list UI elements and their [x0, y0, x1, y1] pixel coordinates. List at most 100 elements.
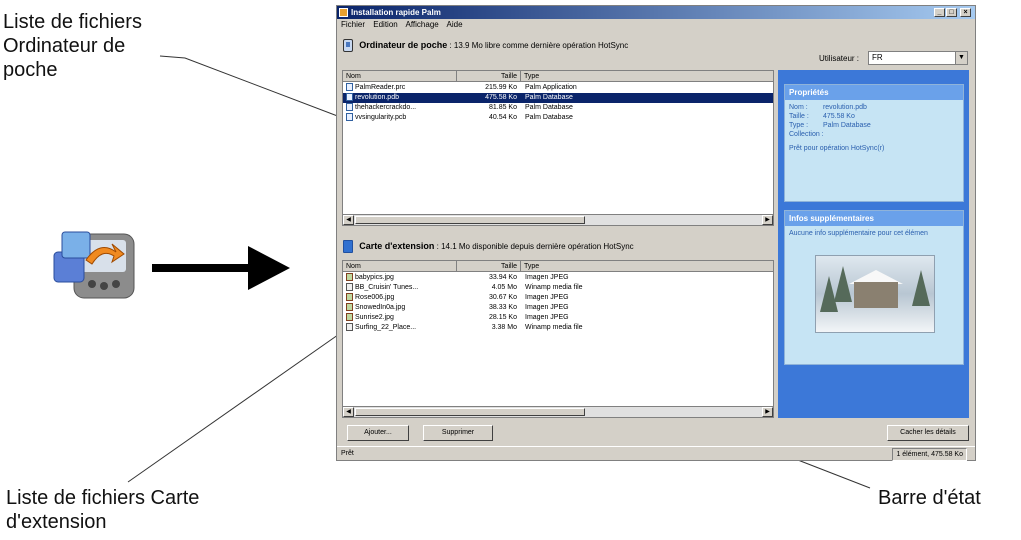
- column-header-name[interactable]: Nom: [343, 261, 457, 272]
- image-file-icon: [346, 313, 353, 322]
- file-icon: [346, 83, 353, 92]
- file-row[interactable]: SnowedIn0a.jpg 38.33 Ko Imagen JPEG: [343, 303, 773, 313]
- column-header-name[interactable]: Nom: [343, 71, 457, 82]
- file-type: Winamp media file: [525, 324, 583, 331]
- image-file-icon: [346, 303, 353, 312]
- image-file-icon: [346, 273, 353, 282]
- extra-info-card: Infos supplémentaires Aucune info supplé…: [784, 210, 964, 365]
- scroll-thumb[interactable]: [355, 216, 585, 224]
- file-name: Surfing_22_Place...: [355, 324, 417, 331]
- properties-card: Propriétés Nom : revolution.pdb Taille :…: [784, 84, 964, 202]
- horizontal-scrollbar[interactable]: ◀ ▶: [343, 214, 773, 225]
- title-bar: Installation rapide Palm _ □ ×: [337, 6, 975, 19]
- file-row[interactable]: PalmReader.prc 215.99 Ko Palm Applicatio…: [343, 83, 773, 93]
- minimize-button[interactable]: _: [934, 8, 945, 17]
- scroll-right-icon[interactable]: ▶: [762, 407, 773, 417]
- file-name: PalmReader.prc: [355, 84, 406, 91]
- hide-details-button[interactable]: Cacher les détails: [887, 425, 969, 441]
- file-size: 28.15 Ko: [488, 314, 517, 321]
- column-header-size[interactable]: Taille: [457, 71, 521, 82]
- file-size: 33.94 Ko: [488, 274, 517, 281]
- arrow-head: [248, 246, 290, 290]
- file-name: vvsingularity.pcb: [355, 114, 407, 121]
- size-value: 475.58 Ko: [822, 113, 855, 120]
- maximize-button[interactable]: □: [946, 8, 957, 17]
- file-type: Imagen JPEG: [525, 274, 569, 281]
- status-text: Prêt: [341, 450, 354, 457]
- file-type: Imagen JPEG: [525, 314, 569, 321]
- chevron-down-icon[interactable]: ▼: [955, 52, 967, 64]
- file-type: Imagen JPEG: [525, 294, 569, 301]
- file-type: Palm Application: [525, 84, 577, 91]
- file-name: revolution.pdb: [355, 94, 399, 101]
- file-row[interactable]: Sunrise2.jpg 28.15 Ko Imagen JPEG: [343, 313, 773, 323]
- user-select[interactable]: FR ▼: [868, 51, 968, 65]
- scroll-thumb[interactable]: [355, 408, 585, 416]
- file-size: 4.05 Mo: [491, 284, 517, 291]
- column-header-size[interactable]: Taille: [457, 261, 521, 272]
- file-name: BB_Cruisin' Tunes...: [355, 284, 419, 291]
- extra-info-title: Infos supplémentaires: [785, 211, 963, 226]
- file-row[interactable]: vvsingularity.pcb 40.54 Ko Palm Database: [343, 113, 773, 123]
- scroll-left-icon[interactable]: ◀: [343, 407, 354, 417]
- window-title: Installation rapide Palm: [351, 8, 441, 17]
- card-file-list[interactable]: Nom Taille Type babypics.jpg 33.94 Ko Im…: [342, 260, 774, 418]
- device-header: Ordinateur de poche : 13.9 Mo libre comm…: [343, 37, 628, 53]
- add-button[interactable]: Ajouter...: [347, 425, 409, 441]
- file-row[interactable]: Surfing_22_Place... 3.38 Mo Winamp media…: [343, 323, 773, 333]
- device-free-space: : 13.9 Mo libre comme dernière opération…: [447, 41, 629, 50]
- file-icon: [346, 103, 353, 112]
- file-name: SnowedIn0a.jpg: [355, 304, 406, 311]
- column-header-type[interactable]: Type: [521, 71, 773, 82]
- hotsync-status: Prêt pour opération HotSync(r): [789, 145, 885, 152]
- file-size: 81.85 Ko: [488, 104, 517, 111]
- menu-help[interactable]: Aide: [447, 20, 463, 29]
- file-row-selected[interactable]: revolution.pdb 475.58 Ko Palm Database: [343, 93, 773, 103]
- file-row[interactable]: thehackercrackdo... 81.85 Ko Palm Databa…: [343, 103, 773, 113]
- menu-view[interactable]: Affichage: [406, 20, 439, 29]
- scroll-left-icon[interactable]: ◀: [343, 215, 354, 225]
- device-file-list[interactable]: Nom Taille Type PalmReader.prc 215.99 Ko…: [342, 70, 774, 226]
- menu-edit[interactable]: Edition: [373, 20, 397, 29]
- status-selection-info: 1 élément, 475.58 Ko: [892, 448, 967, 461]
- details-panel: Propriétés Nom : revolution.pdb Taille :…: [778, 70, 969, 418]
- horizontal-scrollbar[interactable]: ◀ ▶: [343, 406, 773, 417]
- file-row[interactable]: BB_Cruisin' Tunes... 4.05 Mo Winamp medi…: [343, 283, 773, 293]
- arrow-shaft: [152, 264, 250, 272]
- user-label: Utilisateur :: [819, 54, 860, 63]
- device-name: Ordinateur de poche: [359, 40, 448, 50]
- file-type: Palm Database: [525, 114, 573, 121]
- column-header-type[interactable]: Type: [521, 261, 773, 272]
- extra-info-text: Aucune info supplémentaire pour cet élém…: [789, 230, 928, 237]
- file-row[interactable]: Rose006.jpg 30.67 Ko Imagen JPEG: [343, 293, 773, 303]
- type-label: Type :: [789, 122, 809, 129]
- file-row[interactable]: babypics.jpg 33.94 Ko Imagen JPEG: [343, 273, 773, 283]
- preview-image: [815, 255, 935, 333]
- size-label: Taille :: [789, 113, 809, 120]
- file-size: 38.33 Ko: [488, 304, 517, 311]
- device-list-leader: [159, 55, 349, 121]
- expansion-card-icon: [343, 240, 353, 254]
- status-bar: Prêt 1 élément, 475.58 Ko: [337, 446, 975, 461]
- collection-label: Collection :: [789, 131, 824, 138]
- card-list-leader: [127, 329, 346, 483]
- quick-install-window: Installation rapide Palm _ □ × Fichier E…: [336, 5, 976, 461]
- scroll-right-icon[interactable]: ▶: [762, 215, 773, 225]
- menu-file[interactable]: Fichier: [341, 20, 365, 29]
- audio-file-icon: [346, 283, 353, 292]
- card-header: Carte d'extension : 14.1 Mo disponible d…: [343, 238, 634, 254]
- file-icon: [346, 93, 353, 102]
- menu-bar: Fichier Edition Affichage Aide: [337, 19, 975, 31]
- card-free-space: : 14.1 Mo disponible depuis dernière opé…: [434, 242, 634, 251]
- file-name: babypics.jpg: [355, 274, 394, 281]
- file-icon: [346, 113, 353, 122]
- close-button[interactable]: ×: [960, 8, 971, 17]
- image-file-icon: [346, 293, 353, 302]
- file-name: thehackercrackdo...: [355, 104, 417, 111]
- user-value: FR: [872, 53, 883, 62]
- card-name: Carte d'extension: [359, 241, 435, 251]
- delete-button[interactable]: Supprimer: [423, 425, 493, 441]
- file-type: Winamp media file: [525, 284, 583, 291]
- file-size: 215.99 Ko: [485, 84, 517, 91]
- app-icon: [339, 8, 348, 17]
